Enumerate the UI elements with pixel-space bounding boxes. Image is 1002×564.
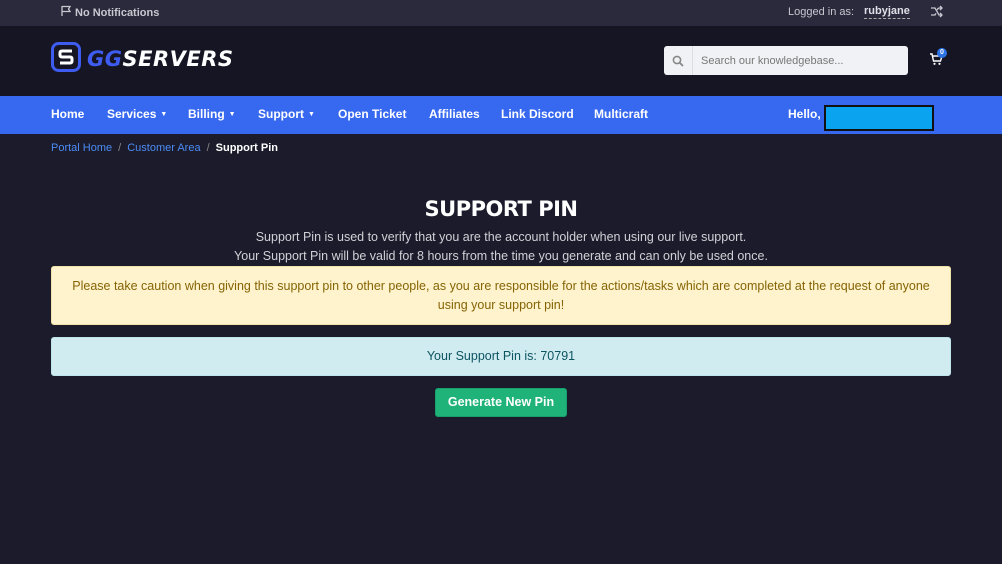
notifications-label: No Notifications (75, 6, 160, 19)
knowledgebase-search (664, 46, 908, 75)
breadcrumb: Portal Home / Customer Area / Support Pi… (51, 142, 278, 154)
notifications-link[interactable]: No Notifications (60, 5, 159, 20)
nav-billing[interactable]: Billing ▼ (188, 107, 236, 121)
top-bar: No Notifications Logged in as: rubyjane (0, 0, 1002, 26)
page-title: SUPPORT PIN (424, 197, 578, 221)
logo-mark-icon (51, 41, 81, 77)
logo-text: GGSERVERS (87, 47, 234, 71)
hello-label: Hello, (788, 107, 821, 121)
warning-alert: Please take caution when giving this sup… (51, 266, 951, 325)
nav-affiliates[interactable]: Affiliates (429, 107, 480, 121)
breadcrumb-customer-area[interactable]: Customer Area (127, 142, 200, 154)
description-line-1: Support Pin is used to verify that you a… (255, 230, 747, 244)
logged-in-label: Logged in as: (788, 6, 855, 18)
caret-down-icon: ▼ (228, 111, 236, 118)
breadcrumb-separator: / (206, 142, 210, 154)
site-header: GGSERVERS 0 (0, 26, 1002, 96)
flag-icon (60, 5, 72, 20)
nav-support[interactable]: Support ▼ (258, 107, 315, 121)
username-link[interactable]: rubyjane (864, 5, 910, 19)
nav-link-discord[interactable]: Link Discord (501, 107, 574, 121)
nav-multicraft[interactable]: Multicraft (594, 107, 648, 121)
cart-count-badge: 0 (937, 48, 947, 58)
description-line-2: Your Support Pin will be valid for 8 hou… (234, 249, 768, 263)
breadcrumb-separator: / (118, 142, 122, 154)
breadcrumb-portal-home[interactable]: Portal Home (51, 142, 112, 154)
nav-open-ticket[interactable]: Open Ticket (338, 107, 406, 121)
nav-home[interactable]: Home (51, 107, 84, 121)
site-logo[interactable]: GGSERVERS (51, 41, 234, 77)
search-icon[interactable] (664, 46, 693, 75)
caret-down-icon: ▼ (160, 111, 168, 118)
caret-down-icon: ▼ (308, 111, 315, 118)
generate-new-pin-button[interactable]: Generate New Pin (435, 388, 567, 417)
nav-services[interactable]: Services ▼ (107, 107, 167, 121)
account-name-redacted[interactable] (824, 105, 934, 131)
breadcrumb-current: Support Pin (215, 142, 278, 154)
search-input[interactable] (693, 47, 903, 74)
logout-icon[interactable] (930, 5, 943, 21)
support-pin-display: Your Support Pin is: 70791 (51, 337, 951, 376)
main-nav: Home Services ▼ Billing ▼ Support ▼ Open Ti… (0, 96, 1002, 134)
